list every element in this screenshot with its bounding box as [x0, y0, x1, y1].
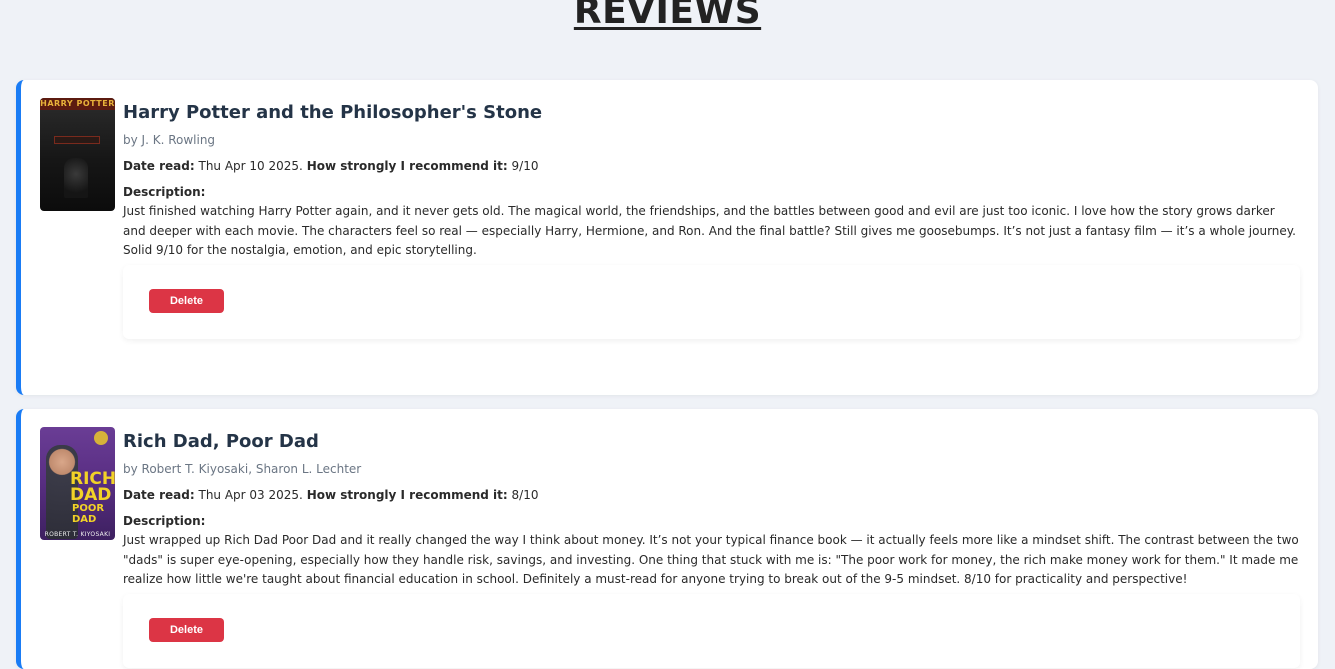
review-content: Harry Potter and the Philosopher's Stone… [123, 100, 1300, 339]
review-actions: Delete [123, 593, 1300, 668]
description-label: Description: [123, 514, 206, 528]
book-cover-image: RICH DAD POOR DAD ROBERT T. KIYOSAKI [40, 427, 115, 540]
recommend-label: How strongly I recommend it: [306, 159, 508, 173]
date-read-label: Date read: [123, 488, 195, 502]
review-card: RICH DAD POOR DAD ROBERT T. KIYOSAKI Ric… [16, 409, 1318, 669]
cover-badge [94, 431, 108, 445]
review-actions: Delete [123, 264, 1300, 339]
date-read-value: Thu Apr 10 2025. [198, 159, 303, 173]
description-text: Just finished watching Harry Potter agai… [123, 204, 1296, 257]
cover-title: HARRY POTTER [40, 98, 115, 110]
book-author: by J. K. Rowling [123, 133, 216, 147]
description-text: Just wrapped up Rich Dad Poor Dad and it… [123, 533, 1299, 586]
cover-train-graphic [64, 158, 88, 198]
date-read-label: Date read: [123, 159, 195, 173]
review-meta: Date read: Thu Apr 10 2025. How strongly… [123, 158, 1300, 174]
book-title: Harry Potter and the Philosopher's Stone [123, 102, 543, 123]
recommend-value: 8/10 [511, 488, 539, 502]
cover-author: ROBERT T. KIYOSAKI [44, 531, 111, 538]
delete-button[interactable]: Delete [149, 617, 224, 642]
review-content: Rich Dad, Poor Dad by Robert T. Kiyosaki… [123, 429, 1300, 668]
delete-button[interactable]: Delete [149, 288, 224, 313]
recommend-label: How strongly I recommend it: [306, 488, 508, 502]
cover-title: RICH DAD [70, 469, 115, 505]
review-card: HARRY POTTER Harry Potter and the Philos… [16, 80, 1318, 395]
date-read-value: Thu Apr 03 2025. [198, 488, 303, 502]
cover-author-strip [54, 136, 100, 144]
page-title: REVIEWS [573, 0, 762, 32]
cover-subtitle: POOR DAD [72, 503, 105, 525]
book-cover-image: HARRY POTTER [40, 98, 115, 211]
recommend-value: 9/10 [511, 159, 539, 173]
book-author: by Robert T. Kiyosaki, Sharon L. Lechter [123, 462, 362, 476]
description-label: Description: [123, 185, 206, 199]
book-title: Rich Dad, Poor Dad [123, 431, 319, 452]
review-meta: Date read: Thu Apr 03 2025. How strongly… [123, 487, 1300, 503]
